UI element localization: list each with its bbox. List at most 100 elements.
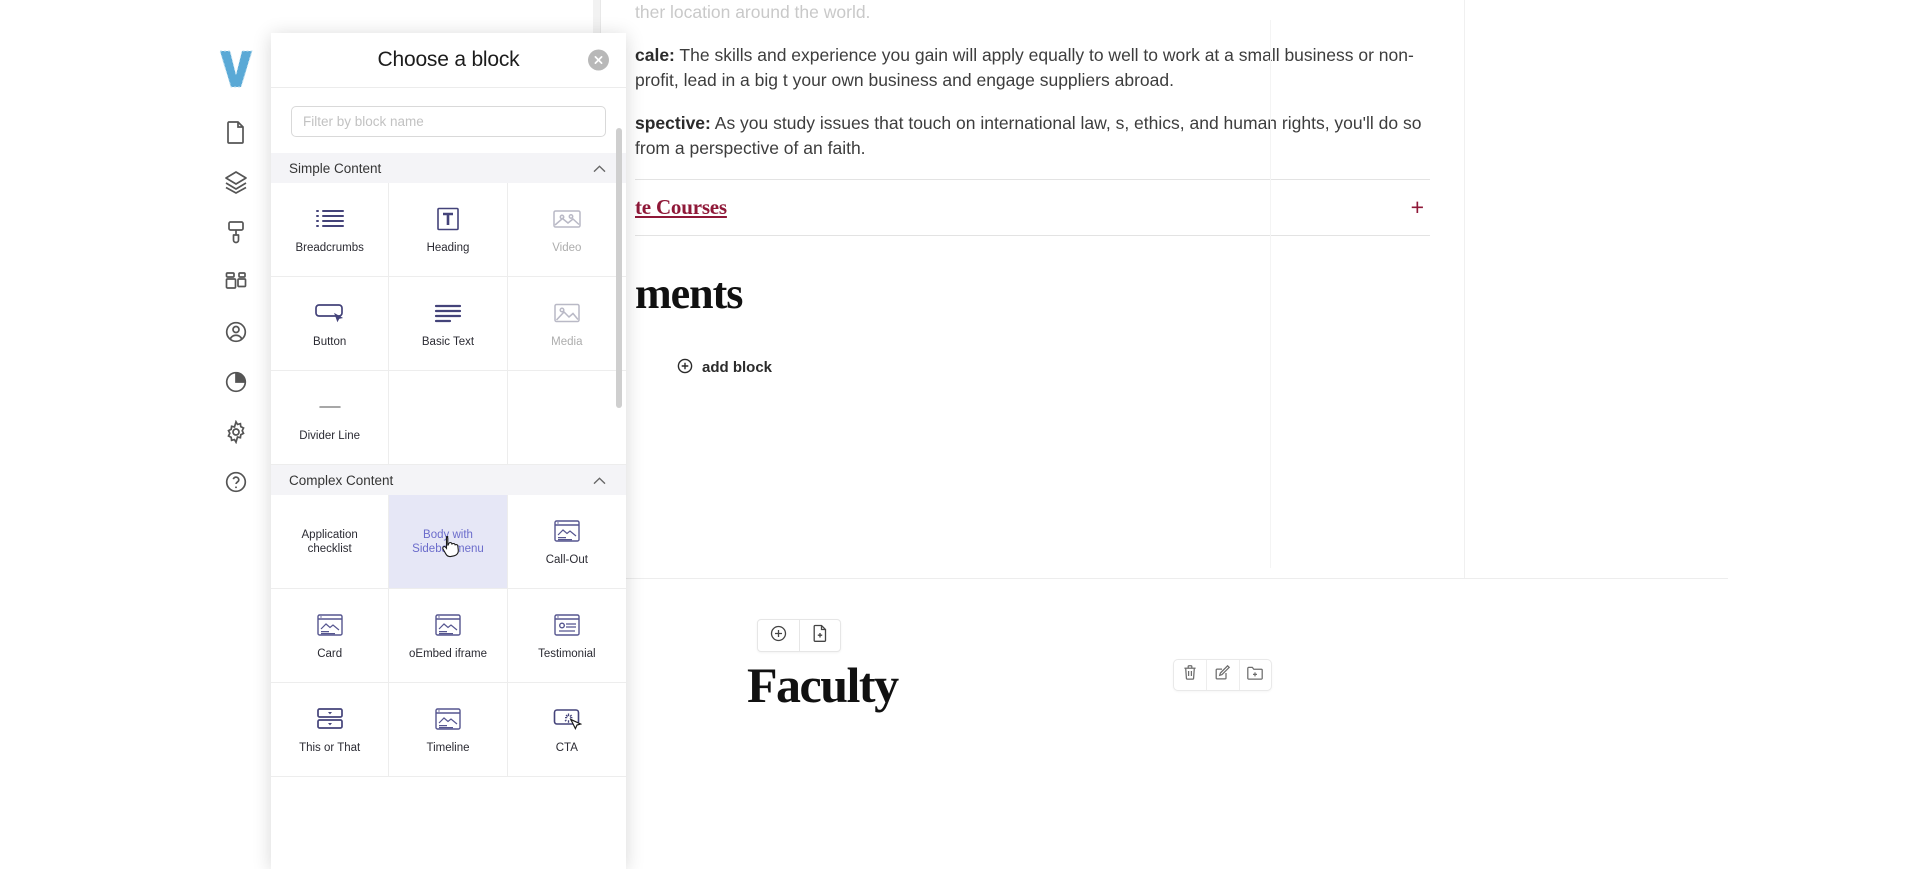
block-label: Timeline xyxy=(426,741,470,754)
block-label: This or That xyxy=(299,741,361,754)
block-item-call-out[interactable]: Call-Out xyxy=(507,495,626,589)
close-icon xyxy=(593,55,604,66)
quote-box-icon xyxy=(553,611,581,639)
media-icon xyxy=(553,299,581,327)
left-icon-rail xyxy=(197,33,275,869)
folder-add-icon xyxy=(1246,665,1264,686)
block-item-testimonial[interactable]: Testimonial xyxy=(507,589,626,683)
group-header-complex-content[interactable]: Complex Content xyxy=(271,465,626,495)
paragraph-lead-label: spective: xyxy=(635,112,711,133)
search-input[interactable] xyxy=(291,106,606,137)
page-icon xyxy=(225,120,247,144)
list-icon xyxy=(315,205,345,233)
layout-icon xyxy=(553,517,581,545)
block-item-divider-line[interactable]: Divider Line xyxy=(271,371,390,465)
two-rows-icon xyxy=(315,705,345,733)
accordion-row-courses[interactable]: te Courses + xyxy=(635,180,1430,236)
block-item-oembed-iframe[interactable]: oEmbed iframe xyxy=(389,589,508,683)
modal-header: Choose a block xyxy=(271,33,626,88)
edit-button[interactable] xyxy=(1206,660,1238,690)
faculty-title: Faculty xyxy=(747,657,899,713)
block-item-timeline[interactable]: Timeline xyxy=(389,683,508,777)
block-item-card[interactable]: Card xyxy=(271,589,390,683)
block-label: oEmbed iframe xyxy=(409,647,487,660)
layers-icon xyxy=(224,170,248,194)
sidebar-item-account[interactable] xyxy=(214,307,258,357)
chevron-up-icon[interactable] xyxy=(593,474,606,487)
paragraph-lead-label: cale: xyxy=(635,44,675,65)
paint-icon xyxy=(225,220,247,244)
block-label: CTA xyxy=(555,741,578,754)
chevron-up-icon[interactable] xyxy=(593,162,606,175)
block-item-video: Video xyxy=(507,183,626,277)
paragraph-body: The skills and experience you gain will … xyxy=(635,44,1414,91)
delete-button[interactable] xyxy=(1174,660,1206,690)
group-title: Simple Content xyxy=(289,160,382,176)
move-to-folder-button[interactable] xyxy=(1238,660,1271,690)
document-column: ther location around the world. cale: Th… xyxy=(600,0,1465,578)
block-item-body-with-sidebar-menu[interactable]: Body with Sidebar menu xyxy=(389,495,508,589)
help-icon xyxy=(224,470,248,494)
paragraph-scale: cale: The skills and experience you gain… xyxy=(635,43,1430,94)
block-label: Basic Text xyxy=(421,335,475,348)
block-label: Heading xyxy=(426,241,470,254)
add-block-label: add block xyxy=(702,359,773,376)
cta-click-icon xyxy=(552,705,582,733)
block-item-button[interactable]: Button xyxy=(271,277,390,371)
plus-circle-icon xyxy=(677,358,693,378)
button-icon xyxy=(314,299,346,327)
content-vertical-rule xyxy=(1270,20,1271,568)
choose-block-modal: Choose a block Simple Content xyxy=(271,33,626,869)
paragraph-perspective: spective: As you study issues that touch… xyxy=(635,111,1430,162)
modal-title: Choose a block xyxy=(377,48,520,71)
page-add-button[interactable] xyxy=(798,620,840,651)
analytics-icon xyxy=(224,370,248,394)
divider-icon xyxy=(316,393,344,421)
accordion-link-label[interactable]: te Courses xyxy=(635,195,727,220)
block-label: Media xyxy=(551,335,583,348)
sidebar-item-theme[interactable] xyxy=(214,207,258,257)
block-grid-complex-content: Application checklist Body with Sidebar … xyxy=(271,495,626,777)
add-block-button[interactable]: add block xyxy=(677,358,772,378)
block-item-heading[interactable]: Heading xyxy=(389,183,508,277)
block-label: Divider Line xyxy=(299,429,361,442)
block-item-application-checklist[interactable]: Application checklist xyxy=(271,495,390,589)
page-scrollbar[interactable] xyxy=(1728,0,1738,869)
gear-icon xyxy=(224,420,248,444)
block-action-toolbar xyxy=(1173,659,1272,691)
layout-icon xyxy=(434,611,462,639)
account-icon xyxy=(224,320,248,344)
sidebar-item-analytics[interactable] xyxy=(214,357,258,407)
block-item-this-or-that[interactable]: This or That xyxy=(271,683,390,777)
sidebar-item-settings[interactable] xyxy=(214,407,258,457)
page-right-gutter xyxy=(1738,0,1920,869)
block-item-basic-text[interactable]: Basic Text xyxy=(389,277,508,371)
sidebar-item-blocks[interactable] xyxy=(214,257,258,307)
group-header-simple-content[interactable]: Simple Content xyxy=(271,153,626,183)
block-item-cta[interactable]: CTA xyxy=(507,683,626,777)
sidebar-item-help[interactable] xyxy=(214,457,258,507)
block-item-breadcrumbs[interactable]: Breadcrumbs xyxy=(271,183,390,277)
filter-field-wrap xyxy=(271,88,626,153)
paragraph-body: As you study issues that touch on intern… xyxy=(635,112,1422,159)
add-circle-icon xyxy=(770,625,787,647)
block-cell-empty xyxy=(389,371,508,465)
accordion-expand-icon[interactable]: + xyxy=(1411,194,1430,221)
sidebar-item-layers[interactable] xyxy=(214,157,258,207)
close-button[interactable] xyxy=(588,49,609,71)
sidebar-item-page[interactable] xyxy=(214,107,258,157)
edit-pencil-icon xyxy=(1214,664,1231,686)
block-item-media: Media xyxy=(507,277,626,371)
trash-icon xyxy=(1182,664,1198,686)
group-title: Complex Content xyxy=(289,472,394,488)
block-grid-simple-content: Breadcrumbs Heading Video Button Basic T… xyxy=(271,183,626,465)
add-circle-button[interactable] xyxy=(758,620,799,651)
page-section-heading: ments xyxy=(635,268,743,318)
block-label: Button xyxy=(313,335,347,348)
page-add-icon xyxy=(812,624,828,647)
modal-scrollbar-thumb[interactable] xyxy=(616,128,622,408)
block-label: Card xyxy=(317,647,343,660)
app-logo-icon[interactable] xyxy=(213,43,259,93)
block-label: Body with Sidebar menu xyxy=(412,528,484,555)
layout-icon xyxy=(316,611,344,639)
